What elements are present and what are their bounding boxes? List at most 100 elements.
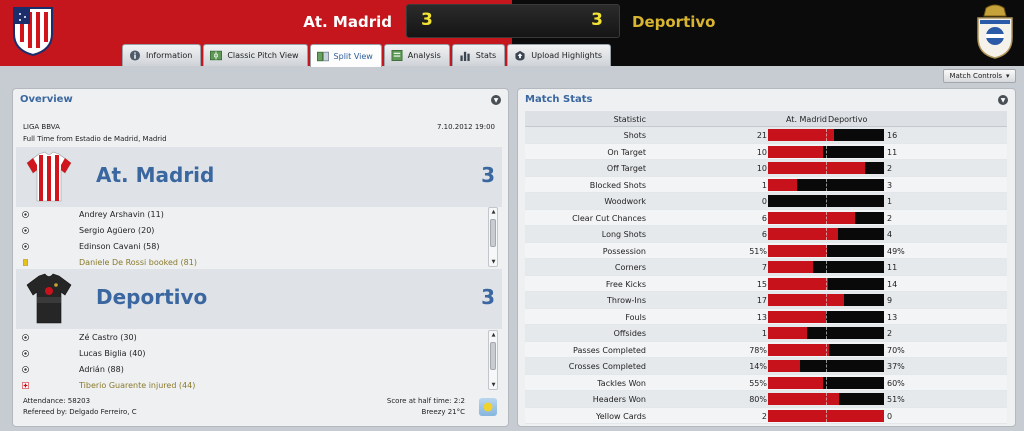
table-row[interactable]: On Target 10 11 xyxy=(525,143,1007,160)
list-item[interactable]: Edinson Cavani (58) xyxy=(16,239,490,255)
table-row[interactable]: Corners 7 11 xyxy=(525,259,1007,276)
match-controls-button[interactable]: Match Controls ▾ xyxy=(943,69,1016,83)
stat-label: Headers Won xyxy=(592,395,646,404)
stat-label: Crosses Completed xyxy=(568,362,646,371)
stat-comparison-bar xyxy=(768,145,884,158)
home-events-scrollbar[interactable]: ▲ ▼ xyxy=(488,207,498,267)
home-events-list: Andrey Arshavin (11) Sergio Agüero (20) … xyxy=(16,207,490,267)
analysis-icon xyxy=(391,50,403,61)
stat-label: Woodwork xyxy=(604,197,646,206)
goal-ball-icon xyxy=(22,243,29,250)
stats-table-body: Shots 21 16 On Target 10 11 Off Target 10 2 Block… xyxy=(525,127,1007,424)
list-item[interactable]: Andrey Arshavin (11) xyxy=(16,207,490,223)
stat-label: Passes Completed xyxy=(573,345,646,355)
tab-stats[interactable]: Stats xyxy=(451,44,506,66)
table-row[interactable]: Passes Completed 78% 70% xyxy=(525,341,1007,358)
table-row[interactable]: Free Kicks 15 14 xyxy=(525,275,1007,292)
stat-comparison-bar xyxy=(768,129,884,141)
table-row[interactable]: Blocked Shots 1 3 xyxy=(525,176,1007,193)
scroll-thumb[interactable] xyxy=(490,342,496,370)
stat-home-fill xyxy=(768,360,800,372)
info-icon xyxy=(129,50,141,61)
atletico-madrid-crest-icon[interactable] xyxy=(12,4,54,56)
referee[interactable]: Refereed by: Delgado Ferreiro, C xyxy=(23,408,137,416)
stat-home-value: 6 xyxy=(761,230,767,239)
pitch-icon xyxy=(210,50,223,61)
list-item[interactable]: Daniele De Rossi booked (81) xyxy=(16,255,490,267)
sun-icon xyxy=(483,402,493,412)
table-row[interactable]: Yellow Cards 2 0 xyxy=(525,407,1007,424)
stat-away-value: 11 xyxy=(887,263,898,272)
table-row[interactable]: Tackles Won 55% 60% xyxy=(525,374,1007,391)
stat-home-fill xyxy=(768,228,838,240)
goal-ball-icon xyxy=(22,350,29,357)
goal-ball-icon xyxy=(22,227,29,234)
table-row[interactable]: Clear Cut Chances 6 2 xyxy=(525,209,1007,226)
table-row[interactable]: Fouls 13 13 xyxy=(525,308,1007,325)
collapse-overview-icon[interactable]: ▼ xyxy=(491,95,501,105)
stat-away-value: 2 xyxy=(887,164,893,173)
overview-title: Overview xyxy=(20,94,73,105)
collapse-stats-icon[interactable]: ▼ xyxy=(998,95,1008,105)
stat-home-fill xyxy=(768,393,839,405)
tab-label: Classic Pitch View xyxy=(227,51,299,60)
scroll-down-icon[interactable]: ▼ xyxy=(490,259,497,265)
stat-home-fill xyxy=(768,310,826,323)
stat-home-fill xyxy=(768,376,824,389)
bar-midline xyxy=(826,310,827,323)
upload-icon xyxy=(515,50,525,61)
list-item[interactable]: Lucas Biglia (40) xyxy=(16,346,490,362)
column-header-away: Deportivo xyxy=(828,115,868,124)
stat-home-value: 14% xyxy=(749,362,767,371)
scroll-up-icon[interactable]: ▲ xyxy=(490,209,497,215)
goal-ball-icon xyxy=(22,211,29,218)
match-date: 7.10.2012 19:00 xyxy=(436,123,495,131)
table-row[interactable]: Shots 21 16 xyxy=(525,127,1007,144)
stat-away-value: 11 xyxy=(887,147,898,157)
away-team-title[interactable]: Deportivo xyxy=(96,285,207,309)
stat-home-fill xyxy=(768,145,824,158)
stat-label: Shots xyxy=(623,131,646,140)
stat-comparison-bar xyxy=(768,376,884,389)
bar-midline xyxy=(826,393,827,405)
tab-information[interactable]: Information xyxy=(122,44,202,66)
table-row[interactable]: Long Shots 6 4 xyxy=(525,226,1007,243)
stat-home-fill xyxy=(768,277,828,290)
list-item[interactable]: Sergio Agüero (20) xyxy=(16,223,490,239)
home-team-name[interactable]: At. Madrid xyxy=(250,13,392,31)
list-item[interactable]: Adrián (88) xyxy=(16,362,490,378)
stat-label: Corners xyxy=(614,263,646,272)
table-row[interactable]: Throw-Ins 17 9 xyxy=(525,292,1007,309)
league-name[interactable]: LIGA BBVA xyxy=(23,123,60,131)
away-team-name[interactable]: Deportivo xyxy=(632,13,715,31)
table-row[interactable]: Crosses Completed 14% 37% xyxy=(525,358,1007,375)
away-team-score: 3 xyxy=(481,285,495,309)
table-row[interactable]: Offsides 1 2 xyxy=(525,325,1007,342)
column-header-home: At. Madrid xyxy=(785,115,827,124)
table-row[interactable]: Off Target 10 2 xyxy=(525,160,1007,177)
tab-label: Upload Highlights xyxy=(531,51,603,60)
tab-classic-pitch-view[interactable]: Classic Pitch View xyxy=(203,44,308,66)
overview-panel: Overview ▼ LIGA BBVA 7.10.2012 19:00 Ful… xyxy=(12,88,509,427)
stat-away-value: 16 xyxy=(887,131,898,140)
away-events-scrollbar[interactable]: ▲ ▼ xyxy=(488,330,498,390)
table-row[interactable]: Possession 51% 49% xyxy=(525,242,1007,259)
stat-label: Clear Cut Chances xyxy=(572,213,646,223)
list-item[interactable]: Tiberio Guarente injured (44) xyxy=(16,378,490,390)
table-row[interactable]: Headers Won 80% 51% xyxy=(525,391,1007,408)
tab-upload-highlights[interactable]: Upload Highlights xyxy=(507,44,612,66)
deportivo-crest-icon[interactable] xyxy=(972,4,1018,60)
tab-analysis[interactable]: Analysis xyxy=(383,44,450,66)
event-text: Daniele De Rossi booked (81) xyxy=(79,258,197,267)
home-team-title[interactable]: At. Madrid xyxy=(96,163,214,187)
scroll-up-icon[interactable]: ▲ xyxy=(490,332,497,338)
scroll-down-icon[interactable]: ▼ xyxy=(490,382,497,388)
table-row[interactable]: Woodwork 0 1 xyxy=(525,193,1007,210)
list-item[interactable]: Zé Castro (30) xyxy=(16,330,490,346)
stat-home-value: 21 xyxy=(756,131,767,140)
match-venue: Full Time from Estadio de Madrid, Madrid xyxy=(23,135,167,143)
tab-split-view[interactable]: Split View xyxy=(309,44,382,67)
stat-comparison-bar xyxy=(768,277,884,290)
scroll-thumb[interactable] xyxy=(490,219,496,247)
event-text: Tiberio Guarente injured (44) xyxy=(79,381,196,390)
